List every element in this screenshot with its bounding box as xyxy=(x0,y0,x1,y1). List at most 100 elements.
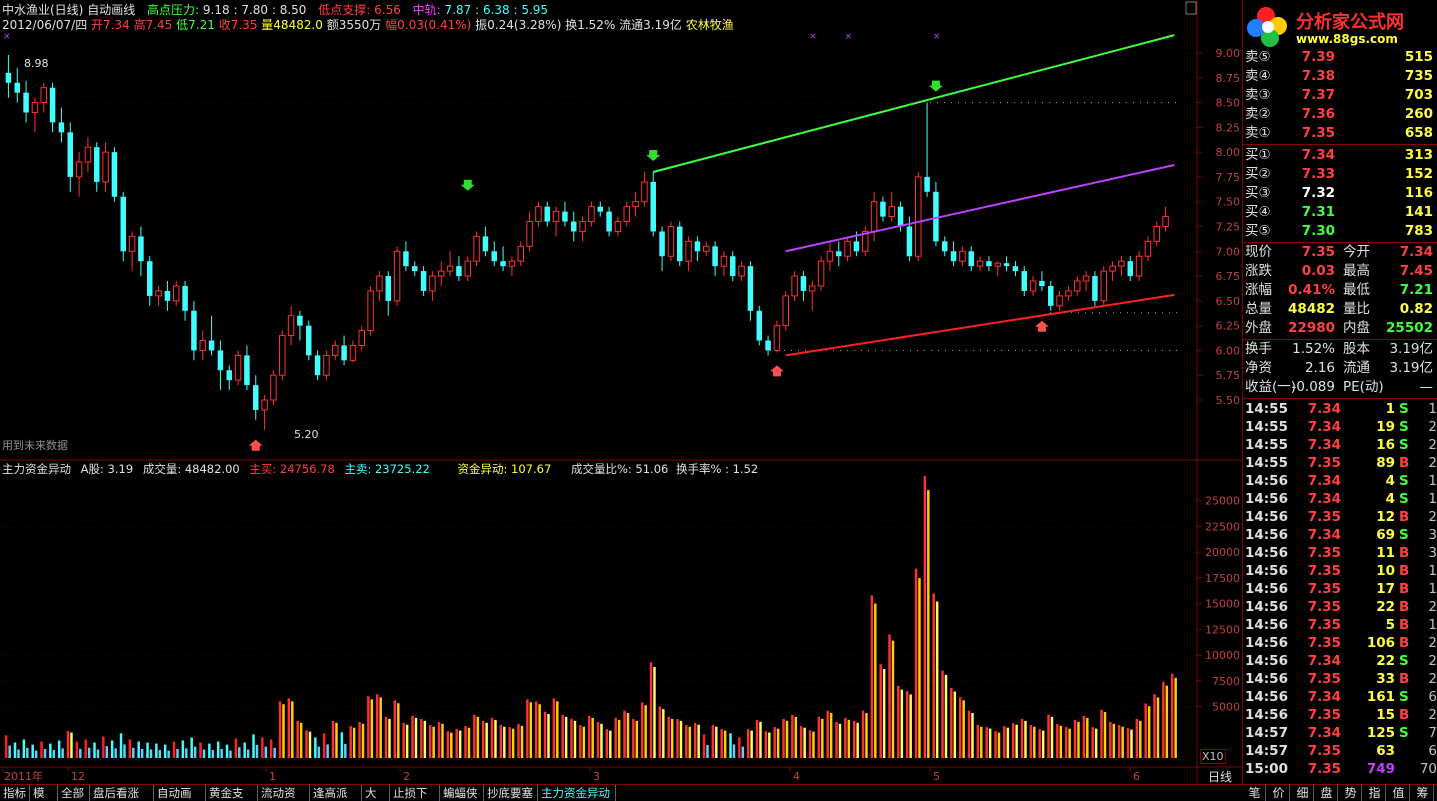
bottom-tab[interactable]: 自动画线 xyxy=(154,785,206,801)
time-axis-label: 1 xyxy=(269,770,276,783)
volume-bar-main xyxy=(935,601,939,758)
volume-bar-main-buy xyxy=(826,710,829,758)
sector-label[interactable]: 农林牧渔 xyxy=(686,18,734,32)
sell-signal-arrow-icon xyxy=(460,179,475,191)
bar-high: 高7.45 xyxy=(133,18,173,32)
tick-row: 14:56 7.35 12 B 2 xyxy=(1243,508,1437,527)
right-panel-tab[interactable]: 指 xyxy=(1364,785,1386,801)
candle-body-down xyxy=(403,251,409,267)
volume-bar-main xyxy=(1112,723,1116,758)
bottom-tab[interactable]: 黄金支撑 xyxy=(206,785,258,801)
volume-bar-main xyxy=(503,726,506,758)
period-label[interactable]: 日线 xyxy=(1208,768,1232,785)
ask-row: 卖⑤ 7.39 515 xyxy=(1243,48,1437,67)
bottom-tab[interactable]: 逢高派发 xyxy=(310,785,362,801)
volume-bar-main-buy xyxy=(667,716,670,758)
candle-body-up xyxy=(1082,275,1090,282)
fund-value: 1.52% xyxy=(1292,341,1335,357)
volume-bar-main-buy xyxy=(746,729,750,758)
bid-volume: 116 xyxy=(1404,185,1433,201)
volume-bar-main-buy xyxy=(1091,727,1094,758)
low-price-label: 5.20 xyxy=(294,428,319,441)
bottom-tab[interactable]: 全部 xyxy=(58,785,90,801)
volume-bar-main-buy xyxy=(402,723,405,758)
right-panel-tab[interactable]: 盘 xyxy=(1316,785,1338,801)
bottom-tab[interactable]: 止损下限 xyxy=(390,785,440,801)
volume-bar-main-buy xyxy=(455,729,458,758)
bid-price: 7.33 xyxy=(1301,166,1335,182)
quote-value: 25502 xyxy=(1386,320,1433,336)
stock-title[interactable]: 中水渔业(日线) xyxy=(2,3,83,17)
bottom-tab[interactable]: 蝙蝠侠 xyxy=(440,785,484,801)
candle-body-down xyxy=(111,152,118,197)
volume-bar-main xyxy=(617,719,621,758)
volume-bar-small-alt xyxy=(273,747,276,758)
volume-bar-main xyxy=(653,667,656,758)
volume-bar-main xyxy=(467,727,471,758)
right-panel-tab[interactable]: 细 xyxy=(1292,785,1314,801)
tick-count: 3 xyxy=(1428,545,1437,561)
volume-bar-main-buy xyxy=(579,725,582,758)
bottom-tab[interactable]: 指标 xyxy=(0,785,30,801)
price-axis-label: 6.00 xyxy=(1216,344,1241,357)
volume-bar-main-buy xyxy=(499,725,503,758)
volume-bar-small xyxy=(137,741,140,758)
tick-count: 1 xyxy=(1428,473,1437,489)
bid-price: 7.34 xyxy=(1301,147,1335,163)
price-axis-label: 8.50 xyxy=(1216,97,1241,110)
tick-price: 7.34 xyxy=(1307,527,1341,543)
volume-bar-main xyxy=(1033,726,1036,758)
tick-count: 2 xyxy=(1428,653,1437,669)
tick-side: S xyxy=(1399,689,1409,705)
ask-label: 卖① xyxy=(1245,125,1271,141)
bid-row: 买④ 7.31 141 xyxy=(1243,203,1437,222)
right-panel-tab[interactable]: 势 xyxy=(1340,785,1362,801)
bid-label: 买① xyxy=(1245,147,1271,163)
volume-bar-main-buy xyxy=(879,664,882,758)
bottom-tab[interactable]: 抄底要塞 xyxy=(484,785,538,801)
quote-row: 外盘 22980 内盘 25502 xyxy=(1243,319,1437,338)
tick-volume: 15 xyxy=(1376,707,1395,723)
volume-bar-main-buy xyxy=(1020,718,1024,758)
volume-axis-label: 10000 xyxy=(1205,649,1240,662)
volume-axis-label: 17500 xyxy=(1205,572,1240,585)
tick-row: 14:56 7.35 33 B 2 xyxy=(1243,670,1437,689)
right-panel-tab[interactable]: 笔 xyxy=(1244,785,1266,801)
window-restore-icon[interactable] xyxy=(1185,1,1197,15)
volume-bar-small xyxy=(340,732,344,758)
chart-canvas[interactable]: 9.00 8.75 8.50 8.25 8.00 7.75 7.50 7.25 7.00 6.75… xyxy=(0,0,1437,801)
volume-bar-main-buy xyxy=(1082,715,1086,758)
right-panel-tab[interactable]: 筹 xyxy=(1412,785,1434,801)
volume-bar-small-alt xyxy=(344,743,347,758)
volume-bar-main xyxy=(573,720,577,758)
candle-body-down xyxy=(138,236,144,262)
volume-bar-main xyxy=(1103,712,1107,758)
tick-volume: 161 xyxy=(1366,689,1395,705)
candle-body-up xyxy=(261,399,268,411)
candle-body-up xyxy=(31,102,39,113)
volume-bar-main xyxy=(768,732,771,758)
volume-bar-small-alt xyxy=(105,746,109,758)
right-panel-tab[interactable]: 值 xyxy=(1388,785,1410,801)
tick-side: S xyxy=(1399,419,1409,435)
indicator-title[interactable]: 主力资金异动 xyxy=(2,462,71,476)
candle-body-up xyxy=(791,275,798,297)
bottom-tab[interactable]: 盘后看涨跌 xyxy=(90,785,154,801)
bottom-tab[interactable]: 流动资金 xyxy=(258,785,310,801)
tick-side: S xyxy=(1399,653,1409,669)
tick-price: 7.34 xyxy=(1307,437,1341,453)
bottom-tab[interactable]: 大顶 xyxy=(362,785,390,801)
volume-bar-main-buy xyxy=(393,700,397,758)
volume-bar-main-buy xyxy=(473,714,476,758)
right-panel-tab[interactable]: 价 xyxy=(1268,785,1290,801)
volume-bar-main xyxy=(352,727,356,758)
bid-volume: 152 xyxy=(1404,166,1433,182)
volume-bar-main xyxy=(1041,730,1045,758)
tick-count: 1 xyxy=(1428,581,1437,597)
bottom-tab[interactable]: 模板 xyxy=(30,785,58,801)
quote-value: 7.45 xyxy=(1399,263,1433,279)
ask-row: 卖④ 7.38 735 xyxy=(1243,67,1437,86)
tick-price: 7.35 xyxy=(1307,563,1341,579)
bottom-tab[interactable]: 主力资金异动 xyxy=(538,785,616,801)
candle-body-down xyxy=(182,285,188,311)
